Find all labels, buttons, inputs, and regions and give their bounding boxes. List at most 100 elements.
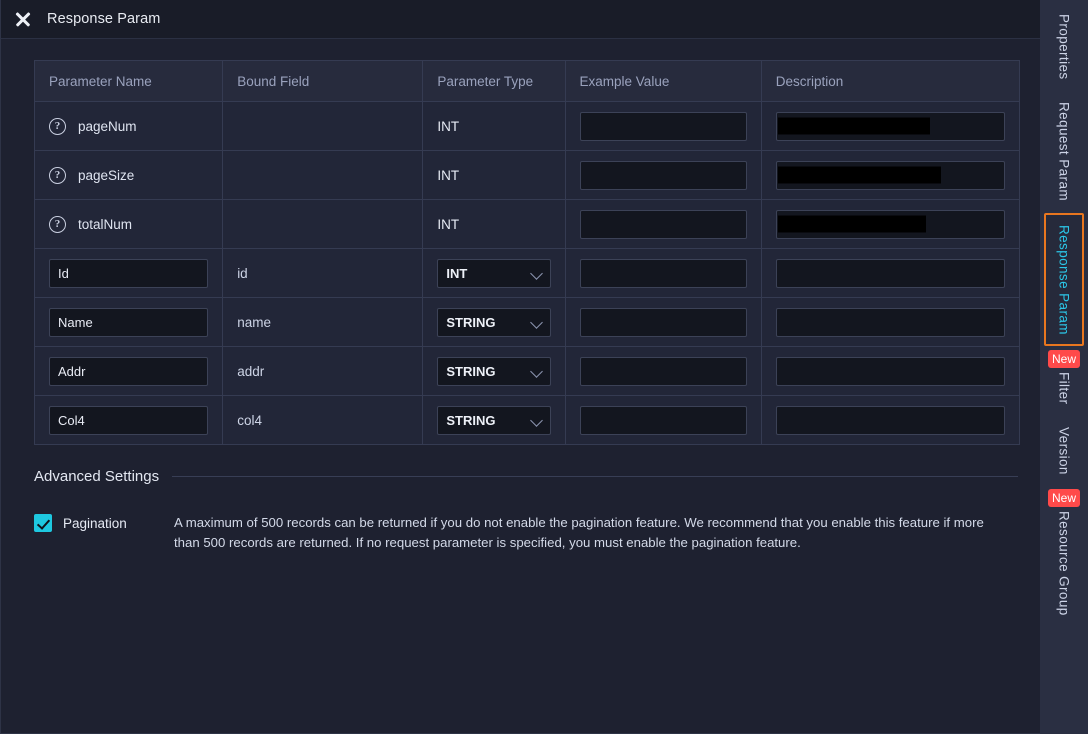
- chevron-down-icon: [529, 413, 543, 427]
- example-value-input[interactable]: [579, 209, 747, 239]
- example-value-input[interactable]: [579, 160, 747, 190]
- cell-parameter-name-readonly: ? pageNum: [33, 101, 224, 151]
- example-value-input[interactable]: [579, 405, 747, 435]
- cell-bound-field: addr: [222, 346, 424, 396]
- new-badge: New: [1047, 488, 1081, 507]
- table-header: Parameter Name Bound Field Parameter Typ…: [33, 60, 1021, 102]
- dialog-titlebar: Response Param: [1, 0, 1040, 39]
- table-row: ? totalNum INT: [33, 199, 1021, 249]
- parameter-type-selected-value: STRING: [446, 363, 496, 379]
- cell-bound-field: [222, 199, 424, 249]
- cell-parameter-type-select: INT: [422, 248, 566, 298]
- parameter-name-input[interactable]: [49, 356, 209, 386]
- example-value-input[interactable]: [579, 111, 747, 141]
- table-row: id INT: [33, 248, 1021, 298]
- pagination-row: Pagination A maximum of 500 records can …: [34, 513, 1018, 553]
- table-row: ? pageSize INT: [33, 150, 1021, 200]
- cell-parameter-name-input: [33, 346, 224, 396]
- rail-tab-version[interactable]: Version: [1044, 417, 1084, 485]
- parameter-name-group: ? pageSize: [49, 166, 208, 184]
- new-badge: New: [1047, 350, 1081, 369]
- dialog-body: Parameter Name Bound Field Parameter Typ…: [1, 39, 1040, 733]
- rail-tab-filter[interactable]: New Filter: [1044, 348, 1084, 414]
- rail-tab-resource-group[interactable]: New Resource Group: [1044, 487, 1084, 626]
- column-header-bound-field: Bound Field: [222, 60, 424, 102]
- table-row: col4 STRING: [33, 395, 1021, 445]
- description-input[interactable]: [775, 111, 1005, 141]
- cell-description: [760, 297, 1021, 347]
- parameter-name-input[interactable]: [49, 307, 209, 337]
- response-param-table: Parameter Name Bound Field Parameter Typ…: [33, 60, 1021, 445]
- rail-tab-label: Properties: [1056, 14, 1072, 80]
- cell-parameter-name-input: [33, 297, 224, 347]
- advanced-settings-header: Advanced Settings: [34, 468, 1018, 485]
- parameter-type-select[interactable]: STRING: [437, 405, 551, 435]
- rail-tab-label: Version: [1056, 426, 1072, 475]
- pagination-description: A maximum of 500 records can be returned…: [174, 515, 984, 550]
- description-input[interactable]: [775, 307, 1005, 337]
- example-value-input[interactable]: [579, 307, 747, 337]
- rail-tab-label: Response Param: [1056, 224, 1072, 335]
- parameter-name-input[interactable]: [49, 258, 209, 288]
- rail-tab-label: Request Param: [1056, 101, 1072, 201]
- cell-description: [760, 101, 1021, 151]
- help-circle-icon[interactable]: ?: [49, 215, 66, 233]
- cell-bound-field: [222, 101, 424, 151]
- cell-parameter-type-readonly: INT: [422, 101, 566, 151]
- parameter-name-group: ? totalNum: [49, 215, 208, 233]
- table-body: ? pageNum INT? pageSize INT? totalNum INT id INT…: [33, 101, 1021, 445]
- description-input[interactable]: [775, 356, 1005, 386]
- parameter-type-select[interactable]: STRING: [437, 356, 551, 386]
- description-input[interactable]: [775, 160, 1005, 190]
- cell-bound-field: col4: [222, 395, 424, 445]
- parameter-type-select[interactable]: STRING: [437, 307, 551, 337]
- help-circle-icon[interactable]: ?: [49, 117, 66, 135]
- parameter-name-label: pageSize: [78, 167, 135, 183]
- cell-bound-field: name: [222, 297, 424, 347]
- description-input[interactable]: [775, 209, 1005, 239]
- pagination-checkbox[interactable]: [34, 514, 52, 532]
- cell-description: [760, 199, 1021, 249]
- column-header-example-value: Example Value: [564, 60, 762, 102]
- advanced-settings-divider: [172, 476, 1018, 477]
- parameter-name-input[interactable]: [49, 405, 209, 435]
- pagination-control[interactable]: Pagination: [34, 513, 174, 532]
- example-value-input[interactable]: [579, 258, 747, 288]
- cell-description: [760, 150, 1021, 200]
- description-input[interactable]: [775, 405, 1005, 435]
- cell-bound-field: [222, 150, 424, 200]
- rail-tab-properties[interactable]: Properties: [1044, 4, 1084, 90]
- help-circle-icon[interactable]: ?: [49, 166, 66, 184]
- cell-bound-field: id: [222, 248, 424, 298]
- cell-parameter-name-readonly: ? pageSize: [33, 150, 224, 200]
- cell-parameter-type-select: STRING: [422, 346, 566, 396]
- cell-example-value: [564, 199, 762, 249]
- rail-tab-response-param[interactable]: Response Param: [1044, 212, 1084, 347]
- description-input[interactable]: [775, 258, 1005, 288]
- parameter-name-label: pageNum: [78, 118, 137, 134]
- rail-tab-request-param[interactable]: Request Param: [1044, 92, 1084, 211]
- cell-parameter-name-input: [33, 395, 224, 445]
- bound-field-value: addr: [237, 363, 265, 379]
- parameter-name-group: ? pageNum: [49, 117, 208, 135]
- cell-description: [760, 346, 1021, 396]
- parameter-type-select[interactable]: INT: [437, 258, 551, 288]
- cell-description: [760, 395, 1021, 445]
- advanced-settings-title: Advanced Settings: [34, 468, 160, 485]
- example-value-input[interactable]: [579, 356, 747, 386]
- cell-example-value: [564, 395, 762, 445]
- close-icon[interactable]: [13, 9, 33, 29]
- parameter-type-selected-value: INT: [446, 265, 468, 281]
- cell-parameter-name-input: [33, 248, 224, 298]
- cell-example-value: [564, 346, 762, 396]
- cell-example-value: [564, 101, 762, 151]
- parameter-name-label: totalNum: [78, 216, 133, 232]
- rail-tab-label: Resource Group: [1056, 510, 1072, 616]
- chevron-down-icon: [529, 315, 543, 329]
- parameter-type-selected-value: STRING: [446, 314, 496, 330]
- table-row: addr STRING: [33, 346, 1021, 396]
- page-title: Response Param: [47, 11, 161, 27]
- column-header-parameter-name: Parameter Name: [33, 60, 224, 102]
- column-header-description: Description: [760, 60, 1021, 102]
- cell-parameter-type-select: STRING: [422, 297, 566, 347]
